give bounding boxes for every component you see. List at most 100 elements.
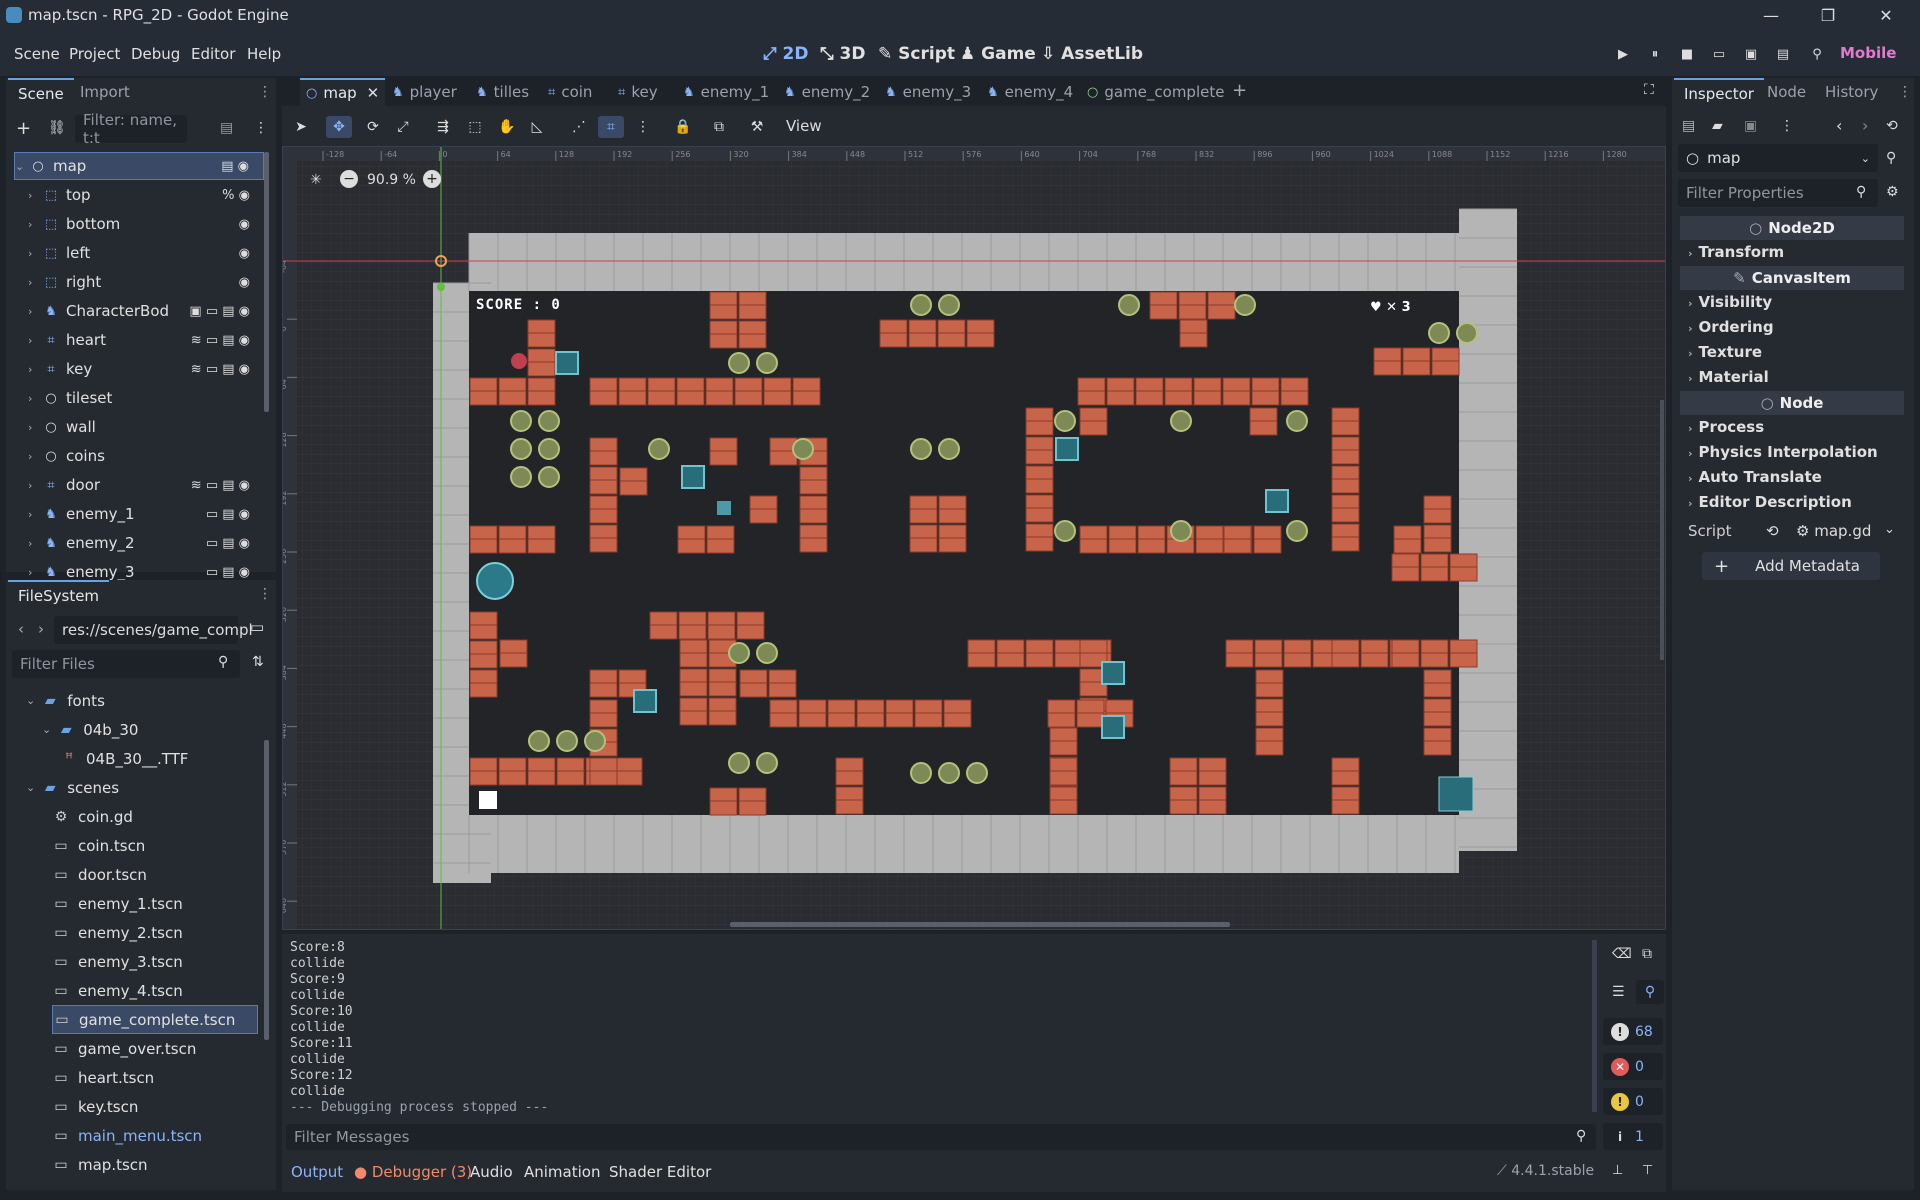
fs-item-main-menu-tscn[interactable]: ▭ main_menu.tscn bbox=[52, 1121, 258, 1150]
attach-script-icon[interactable]: ▤ bbox=[220, 120, 233, 136]
workspace-script[interactable]: ✎ Script bbox=[878, 44, 955, 64]
chevron-down-icon[interactable]: ⌄ bbox=[42, 723, 51, 736]
menu-help[interactable]: Help bbox=[247, 45, 281, 63]
inspector-group-visibility[interactable]: › Visibility bbox=[1688, 293, 1772, 311]
menu-scene[interactable]: Scene bbox=[14, 45, 60, 63]
node-status-icons[interactable]: ▭ ▤ ◉ bbox=[206, 536, 250, 551]
play-icon[interactable]: ▶ bbox=[1612, 45, 1634, 63]
expand-arrow-icon[interactable]: › bbox=[28, 508, 42, 521]
node-status-icons[interactable]: ≋ ▭ ▤ ◉ bbox=[191, 362, 250, 377]
scene-tab-tilles[interactable]: ♞ tilles bbox=[476, 80, 529, 104]
node-status-icons[interactable]: ▭ ▤ ◉ bbox=[206, 565, 250, 580]
add-node-icon[interactable]: + bbox=[16, 118, 31, 139]
grid-snap-icon[interactable]: ⌗ bbox=[598, 116, 624, 138]
pan-tool-icon[interactable]: ✋ bbox=[494, 116, 520, 138]
select-tool-icon[interactable]: ➤ bbox=[288, 116, 314, 138]
inspector-group-material[interactable]: › Material bbox=[1688, 368, 1769, 386]
filesystem-scrollbar[interactable] bbox=[264, 740, 269, 1040]
scene-tab-enemy_1[interactable]: ♞ enemy_1 bbox=[683, 80, 769, 104]
tab-filesystem[interactable]: FileSystem bbox=[8, 580, 110, 608]
scene-tree-scrollbar[interactable] bbox=[264, 152, 269, 412]
warnings-count-badge[interactable]: ! 0 bbox=[1603, 1088, 1663, 1115]
run-custom-icon[interactable]: ▤ bbox=[1772, 45, 1794, 63]
tab-audio[interactable]: Audio bbox=[470, 1163, 513, 1181]
scene-tab-coin[interactable]: ⌗ coin bbox=[548, 80, 592, 104]
scene-node-bottom[interactable]: › ⬚ bottom ◉ bbox=[14, 210, 264, 238]
fs-sort-icon[interactable]: ⇅ bbox=[252, 654, 264, 670]
script-dropdown-icon[interactable]: ⌄ bbox=[1884, 522, 1895, 537]
inspector-group-process[interactable]: › Process bbox=[1688, 418, 1764, 436]
fs-forward-icon[interactable]: › bbox=[38, 620, 44, 638]
tab-debugger[interactable]: ● Debugger (3) bbox=[354, 1163, 472, 1181]
messages-count-badge[interactable]: ! 68 bbox=[1603, 1018, 1663, 1045]
fs-item-heart-tscn[interactable]: ▭ heart.tscn bbox=[52, 1063, 258, 1092]
clear-output-icon[interactable]: ⌫ bbox=[1612, 946, 1632, 962]
close-button[interactable]: ✕ bbox=[1858, 0, 1914, 30]
scene-node-map[interactable]: ⌄ ○ map ▤ ◉ bbox=[14, 152, 264, 180]
scene-tab-enemy_2[interactable]: ♞ enemy_2 bbox=[784, 80, 870, 104]
distraction-free-icon[interactable]: ⛶ bbox=[1644, 82, 1654, 98]
viewport-canvas[interactable]: -128 -64 0 64 128 192 256 320 384 448 512 576 640 704… bbox=[283, 147, 1666, 930]
tab-inspector[interactable]: Inspector bbox=[1674, 78, 1764, 106]
fs-item-game-over-tscn[interactable]: ▭ game_over.tscn bbox=[52, 1034, 258, 1063]
tab-node[interactable]: Node bbox=[1757, 78, 1816, 106]
copy-output-icon[interactable]: ⧉ bbox=[1642, 946, 1652, 962]
movie-maker-icon[interactable]: ⚲ bbox=[1806, 45, 1828, 63]
fs-path-input[interactable]: res://scenes/game_compl bbox=[54, 616, 253, 644]
node-status-icons[interactable]: ◉ bbox=[239, 246, 250, 261]
scale-tool-icon[interactable]: ⤢ bbox=[390, 116, 416, 138]
inspector-group-transform[interactable]: › Transform bbox=[1688, 243, 1784, 261]
workspace-game[interactable]: ♟ Game bbox=[960, 44, 1036, 64]
fs-item-04b-30-ttf[interactable]: ꟸ 04B_30__.TTF bbox=[60, 744, 258, 773]
scene-node-key[interactable]: › ⌗ key ≋ ▭ ▤ ◉ bbox=[14, 355, 264, 383]
measure-tool-icon[interactable]: ◺ bbox=[524, 116, 550, 138]
fs-item-game-complete-tscn[interactable]: ▭ game_complete.tscn bbox=[52, 1005, 258, 1034]
history-back-icon[interactable]: ‹ bbox=[1836, 116, 1842, 135]
filter-properties-input[interactable]: Filter Properties bbox=[1678, 179, 1878, 207]
scene-menu-icon[interactable]: ⋮ bbox=[254, 120, 268, 136]
add-metadata-button[interactable]: + Add Metadata bbox=[1702, 552, 1880, 580]
link-icon[interactable]: ⛓ bbox=[48, 120, 66, 136]
scene-node-enemy_1[interactable]: › ♞ enemy_1 ▭ ▤ ◉ bbox=[14, 500, 264, 528]
fs-item-key-tscn[interactable]: ▭ key.tscn bbox=[52, 1092, 258, 1121]
chevron-down-icon[interactable]: ⌄ bbox=[26, 694, 35, 707]
scene-node-tileset[interactable]: › ○ tileset bbox=[14, 384, 264, 412]
tab-animation[interactable]: Animation bbox=[524, 1163, 600, 1181]
chevron-down-icon[interactable]: ⌄ bbox=[26, 781, 35, 794]
scene-tab-map[interactable]: ○ map ✕ bbox=[300, 78, 386, 106]
remote-debug-icon[interactable]: ▭ bbox=[1708, 45, 1730, 63]
expand-arrow-icon[interactable]: › bbox=[28, 334, 42, 347]
inspector-group-texture[interactable]: › Texture bbox=[1688, 343, 1762, 361]
close-tab-icon[interactable]: ✕ bbox=[367, 84, 380, 102]
scene-node-characterbod[interactable]: › ♞ CharacterBod ▣ ▭ ▤ ◉ bbox=[14, 297, 264, 325]
scene-tab-game_complete[interactable]: ○ game_complete bbox=[1087, 80, 1224, 104]
info-count-badge[interactable]: i1 bbox=[1603, 1123, 1663, 1150]
tab-shader-editor[interactable]: Shader Editor bbox=[609, 1163, 711, 1181]
fs-item-map-tscn[interactable]: ▭ map.tscn bbox=[52, 1150, 258, 1179]
run-current-icon[interactable]: ▣ bbox=[1740, 45, 1762, 63]
fs-menu-icon[interactable]: ⋮ bbox=[258, 586, 272, 602]
node-status-icons[interactable]: ▭ ▤ ◉ bbox=[206, 507, 250, 522]
zoom-out-button[interactable]: − bbox=[340, 170, 358, 188]
fs-item-fonts[interactable]: ⌄ ▰ fonts bbox=[26, 686, 258, 715]
property-options-icon[interactable]: ⚙ bbox=[1886, 184, 1899, 200]
expand-arrow-icon[interactable]: › bbox=[28, 392, 42, 405]
tab-output[interactable]: Output bbox=[291, 1163, 343, 1181]
fs-item-enemy-2-tscn[interactable]: ▭ enemy_2.tscn bbox=[52, 918, 258, 947]
scene-node-wall[interactable]: › ○ wall bbox=[14, 413, 264, 441]
inspected-object-selector[interactable]: ○ map ⌄ bbox=[1678, 144, 1878, 172]
fs-item-door-tscn[interactable]: ▭ door.tscn bbox=[52, 860, 258, 889]
stop-icon[interactable]: ■ bbox=[1676, 45, 1698, 63]
scene-filter-input[interactable]: Filter: name, t:t bbox=[75, 111, 187, 147]
zoom-level[interactable]: 90.9 % bbox=[367, 172, 416, 188]
expand-arrow-icon[interactable]: ⌄ bbox=[15, 160, 29, 173]
inspector-options-icon[interactable]: ⋮ bbox=[1780, 118, 1794, 134]
inspector-group-ordering[interactable]: › Ordering bbox=[1688, 318, 1774, 336]
viewport-2d[interactable]: -128 -64 0 64 128 192 256 320 384 448 512 576 640 704… bbox=[282, 146, 1666, 930]
node-status-icons[interactable]: % ◉ bbox=[222, 188, 250, 203]
expand-arrow-icon[interactable]: › bbox=[28, 363, 42, 376]
viewport-hscrollbar[interactable] bbox=[730, 922, 1230, 927]
fs-back-icon[interactable]: ‹ bbox=[18, 620, 24, 638]
errors-count-badge[interactable]: ✕ 0 bbox=[1603, 1053, 1663, 1080]
expand-arrow-icon[interactable]: › bbox=[28, 479, 42, 492]
